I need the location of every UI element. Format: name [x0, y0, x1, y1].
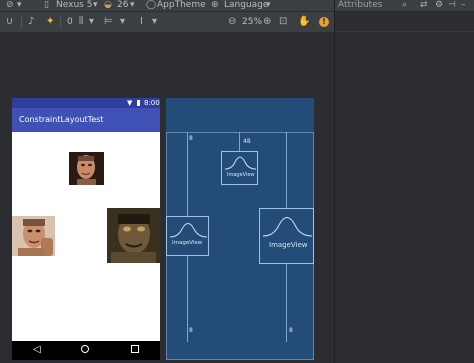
device-selector[interactable]: Nexus 5 — [56, 0, 92, 11]
wifi-icon: ▼ — [127, 99, 133, 107]
pack-icon[interactable]: ⫴ — [79, 12, 83, 32]
blueprint-image-view-top[interactable]: ImageView — [221, 151, 258, 185]
pan-hand-icon[interactable]: ✋ — [298, 12, 310, 32]
clear-constraints-icon[interactable]: ♪ — [28, 12, 34, 32]
margin-label-left-bottom: 8 — [189, 327, 193, 334]
constraint-line — [187, 132, 188, 216]
margin-label-top: 48 — [243, 138, 251, 145]
globe-icon: ⊕ — [211, 0, 219, 10]
home-icon[interactable] — [81, 345, 89, 353]
search-icon[interactable]: ⌕ — [402, 0, 407, 11]
blueprint-label: ImageView — [172, 240, 203, 246]
divider — [336, 31, 474, 32]
image-view-left[interactable] — [12, 216, 55, 256]
warning-icon[interactable]: ! — [319, 17, 329, 27]
chevron-down-icon: ▾ — [89, 16, 95, 27]
magnet-icon[interactable]: ∪ — [6, 12, 13, 32]
attributes-panel — [335, 12, 474, 363]
back-icon[interactable]: ◁ — [33, 344, 41, 356]
app-title: ConstraintLayoutTest — [19, 115, 104, 124]
palette-icon[interactable]: ⊘ — [6, 0, 14, 11]
infer-constraints-icon[interactable]: ✦ — [46, 12, 54, 32]
api-level-selector[interactable]: 26 — [117, 0, 128, 11]
theme-selector[interactable]: AppTheme — [157, 0, 206, 11]
gear-icon[interactable]: ⚙ — [435, 0, 443, 11]
chevron-down-icon: ▾ — [266, 0, 271, 10]
default-margin-value[interactable]: 0 — [67, 12, 73, 32]
recents-icon[interactable] — [131, 345, 139, 353]
chevron-down-icon: ▾ — [120, 16, 126, 27]
attributes-title: Attributes — [338, 0, 383, 10]
blueprint-image-view-left[interactable]: ImageView — [166, 216, 209, 256]
toolbar-separator — [60, 16, 61, 28]
constraint-line — [239, 132, 240, 151]
constraint-line — [286, 132, 287, 208]
margin-label-left-top: 8 — [189, 135, 193, 142]
zoom-out-icon[interactable]: ⊖ — [228, 12, 236, 32]
swap-view-icon[interactable]: ⇄ — [420, 0, 428, 11]
status-time: 8:00 — [144, 99, 160, 107]
image-view-right[interactable] — [107, 208, 160, 263]
align-icon[interactable]: ⊨ — [104, 12, 113, 32]
blueprint-label: ImageView — [227, 172, 255, 178]
blueprint-image-view-right[interactable]: ImageView — [259, 208, 314, 264]
minimize-icon[interactable]: – — [461, 0, 466, 11]
chevron-down-icon: ▾ — [17, 0, 22, 10]
device-icon: ▯ — [44, 0, 49, 10]
zoom-in-icon[interactable]: ⊕ — [263, 12, 271, 32]
api-android-icon: ◒ — [104, 0, 112, 10]
constraint-line — [286, 264, 287, 342]
language-selector[interactable]: Language — [224, 0, 268, 11]
pin-icon[interactable]: ⊣ — [448, 0, 456, 11]
image-view-top[interactable] — [69, 152, 104, 185]
zoom-level: 25% — [242, 17, 263, 27]
battery-icon — [137, 100, 140, 106]
chevron-down-icon: ▾ — [152, 16, 158, 27]
chevron-down-icon: ▾ — [93, 0, 98, 10]
guidelines-icon[interactable]: Ⅰ — [140, 12, 143, 32]
margin-label-right-bottom: 8 — [289, 327, 293, 334]
zoom-to-fit-icon[interactable]: ⊡ — [279, 12, 287, 32]
toolbar-separator — [21, 16, 22, 28]
theme-icon: ◯ — [146, 0, 157, 10]
chevron-down-icon: ▾ — [130, 0, 135, 10]
blueprint-label: ImageView — [269, 241, 308, 249]
constraint-line — [187, 256, 188, 342]
